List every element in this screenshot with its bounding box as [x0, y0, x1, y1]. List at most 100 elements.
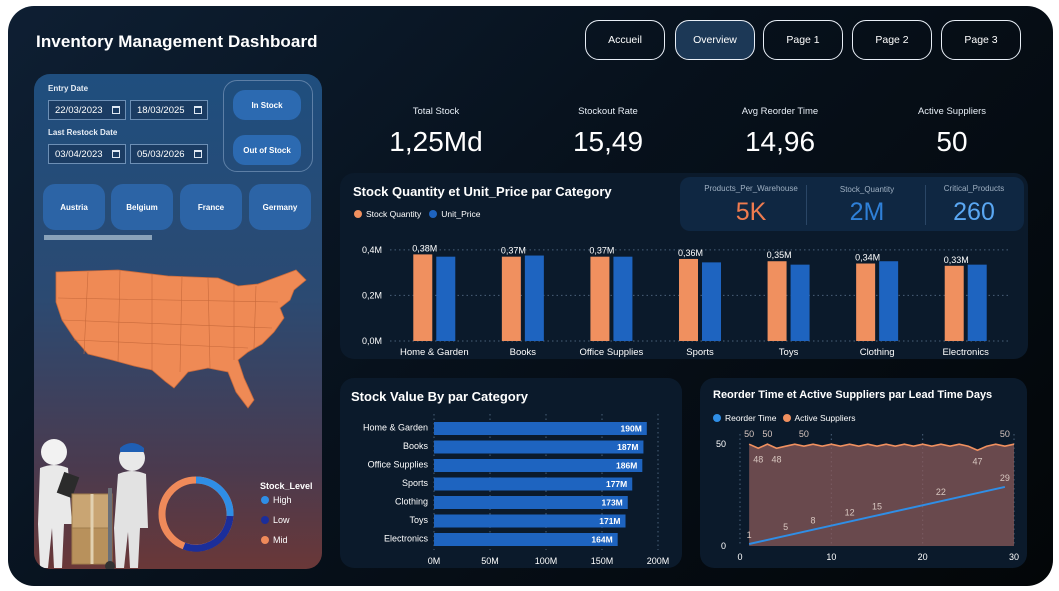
- bar-stock-quantity: [767, 261, 787, 341]
- y-category-label: Sports: [402, 478, 429, 488]
- x-tick-label: 0M: [428, 556, 441, 566]
- y-tick-label: 0,2M: [362, 290, 382, 300]
- entry-date-from-input[interactable]: 22/03/2023: [48, 100, 126, 120]
- bar-stock-value: [434, 533, 618, 546]
- in-stock-button[interactable]: In Stock: [233, 90, 301, 120]
- stock-value-chart-title: Stock Value By par Category: [351, 389, 529, 404]
- x-category-label: Toys: [779, 347, 799, 358]
- bar-stock-quantity: [590, 256, 610, 341]
- bar-stock-value: [434, 440, 644, 454]
- restock-date-to-input[interactable]: 05/03/2026: [130, 144, 208, 164]
- calendar-icon[interactable]: [112, 150, 120, 158]
- legend-stock-quantity: Stock Quantity: [366, 209, 422, 219]
- bar-value-label: 164M: [591, 535, 612, 545]
- country-germany-button[interactable]: Germany: [249, 184, 311, 230]
- x-tick-label: 150M: [591, 556, 614, 566]
- stock-quantity-legend-dot-icon: [354, 210, 362, 218]
- bar-unit-price: [613, 256, 633, 341]
- mini-kpi-products-per-warehouse-value: 5K: [735, 198, 767, 226]
- active-suppliers-point-label: 48: [772, 454, 782, 464]
- x-tick-label: 50M: [481, 556, 499, 566]
- nav-overview-button[interactable]: Overview: [675, 20, 755, 60]
- kpi-avg-reorder-value: 14,96: [744, 126, 816, 157]
- filter-panel: Entry Date 22/03/2023 18/03/2025 Last Re…: [34, 74, 322, 569]
- bar-value-label: 0,37M: [501, 246, 526, 256]
- x-tick-label: 200M: [647, 556, 670, 566]
- legend-unit-price: Unit_Price: [441, 209, 481, 219]
- stock-value-chart[interactable]: 0M 50M 100M 150M 200M Home & Garden 190M Books 1…: [340, 412, 682, 568]
- restock-date-to-value: 05/03/2026: [137, 148, 185, 160]
- mini-kpi-critical-products-value: 260: [953, 198, 995, 226]
- legend-label-mid: Mid: [273, 535, 288, 545]
- entry-date-to-input[interactable]: 18/03/2025: [130, 100, 208, 120]
- mid-dot-icon: [261, 536, 269, 544]
- nav-page2-button[interactable]: Page 2: [852, 20, 932, 60]
- x-category-label: Clothing: [860, 347, 895, 358]
- x-tick-label: 20: [918, 552, 928, 562]
- restock-date-from-value: 03/04/2023: [55, 148, 103, 160]
- bar-unit-price: [436, 256, 456, 341]
- bar-value-label: 186M: [616, 461, 637, 471]
- nav-page1-button[interactable]: Page 1: [763, 20, 843, 60]
- mini-kpi-critical-products-label: Critical_Products: [943, 184, 1005, 193]
- reorder-time-legend: Reorder Time Active Suppliers: [713, 413, 855, 423]
- calendar-icon[interactable]: [194, 106, 202, 114]
- country-scrollbar[interactable]: [44, 235, 152, 240]
- usa-map[interactable]: [48, 262, 310, 422]
- legend-item-low[interactable]: Low: [261, 515, 290, 525]
- kpi-avg-reorder-label: Avg Reorder Time: [741, 106, 819, 117]
- y-tick-label: 0,0M: [362, 336, 382, 346]
- mini-kpi-stock-quantity-label: Stock_Quantity: [839, 185, 895, 194]
- bar-stock-quantity: [501, 256, 521, 341]
- low-dot-icon: [261, 516, 269, 524]
- bar-unit-price: [879, 261, 899, 341]
- stock-quantity-legend: Stock Quantity Unit_Price: [354, 209, 481, 219]
- kpi-stockout-rate-label: Stockout Rate: [578, 106, 638, 117]
- high-dot-icon: [261, 496, 269, 504]
- active-suppliers-point-label: 50: [744, 430, 754, 439]
- nav-page3-button[interactable]: Page 3: [941, 20, 1021, 60]
- reorder-time-point-label: 22: [936, 487, 946, 497]
- bar-value-label: 0,35M: [767, 250, 792, 260]
- active-suppliers-point-label: 50: [1000, 430, 1010, 439]
- active-suppliers-point-label: 50: [799, 430, 809, 439]
- x-tick-label: 100M: [535, 556, 558, 566]
- mini-kpi-stock-quantity-value: 2M: [849, 198, 885, 226]
- active-suppliers-point-label: 50: [762, 430, 772, 439]
- bar-unit-price: [967, 264, 987, 341]
- out-of-stock-button[interactable]: Out of Stock: [233, 135, 301, 165]
- y-category-label: Home & Garden: [363, 423, 428, 433]
- bar-unit-price: [702, 262, 721, 341]
- restock-date-from-input[interactable]: 03/04/2023: [48, 144, 126, 164]
- calendar-icon[interactable]: [194, 150, 202, 158]
- bar-value-label: 0,33M: [944, 255, 969, 265]
- x-tick-label: 0: [737, 552, 742, 562]
- y-category-label: Office Supplies: [368, 460, 429, 470]
- kpi-active-suppliers-label: Active Suppliers: [917, 106, 987, 117]
- legend-item-high[interactable]: High: [261, 495, 292, 505]
- country-austria-button[interactable]: Austria: [43, 184, 105, 230]
- stock-level-legend-title: Stock_Level: [260, 481, 313, 491]
- reorder-time-point-label: 15: [872, 501, 882, 511]
- bar-value-label: 0,36M: [678, 248, 703, 258]
- country-france-button[interactable]: France: [180, 184, 242, 230]
- stock-level-donut[interactable]: [154, 472, 238, 556]
- legend-item-mid[interactable]: Mid: [261, 535, 288, 545]
- bar-stock-quantity: [679, 258, 698, 341]
- calendar-icon[interactable]: [112, 106, 120, 114]
- legend-label-low: Low: [273, 515, 290, 525]
- country-belgium-button[interactable]: Belgium: [111, 184, 173, 230]
- reorder-time-chart[interactable]: 0 10 20 300501581215222950 50 50 5048 48 47: [700, 430, 1027, 568]
- stock-quantity-chart[interactable]: 0,0M 0,2M 0,4M 0,38M Home & Garden 0,37M Books…: [340, 231, 1028, 359]
- x-category-label: Electronics: [942, 347, 989, 358]
- reorder-time-point-label: 5: [783, 522, 788, 532]
- kpi-total-stock-value: 1,25Md: [389, 126, 483, 157]
- bar-value-label: 187M: [617, 442, 638, 452]
- reorder-time-legend-dot-icon: [713, 414, 721, 422]
- active-suppliers-legend-dot-icon: [782, 414, 791, 422]
- bar-value-label: 0,34M: [855, 253, 880, 263]
- nav-accueil-button[interactable]: Accueil: [585, 20, 665, 60]
- x-category-label: Home & Garden: [400, 347, 469, 358]
- reorder-time-chart-title: Reorder Time et Active Suppliers par Lea…: [713, 389, 993, 401]
- bar-value-label: 177M: [606, 479, 627, 489]
